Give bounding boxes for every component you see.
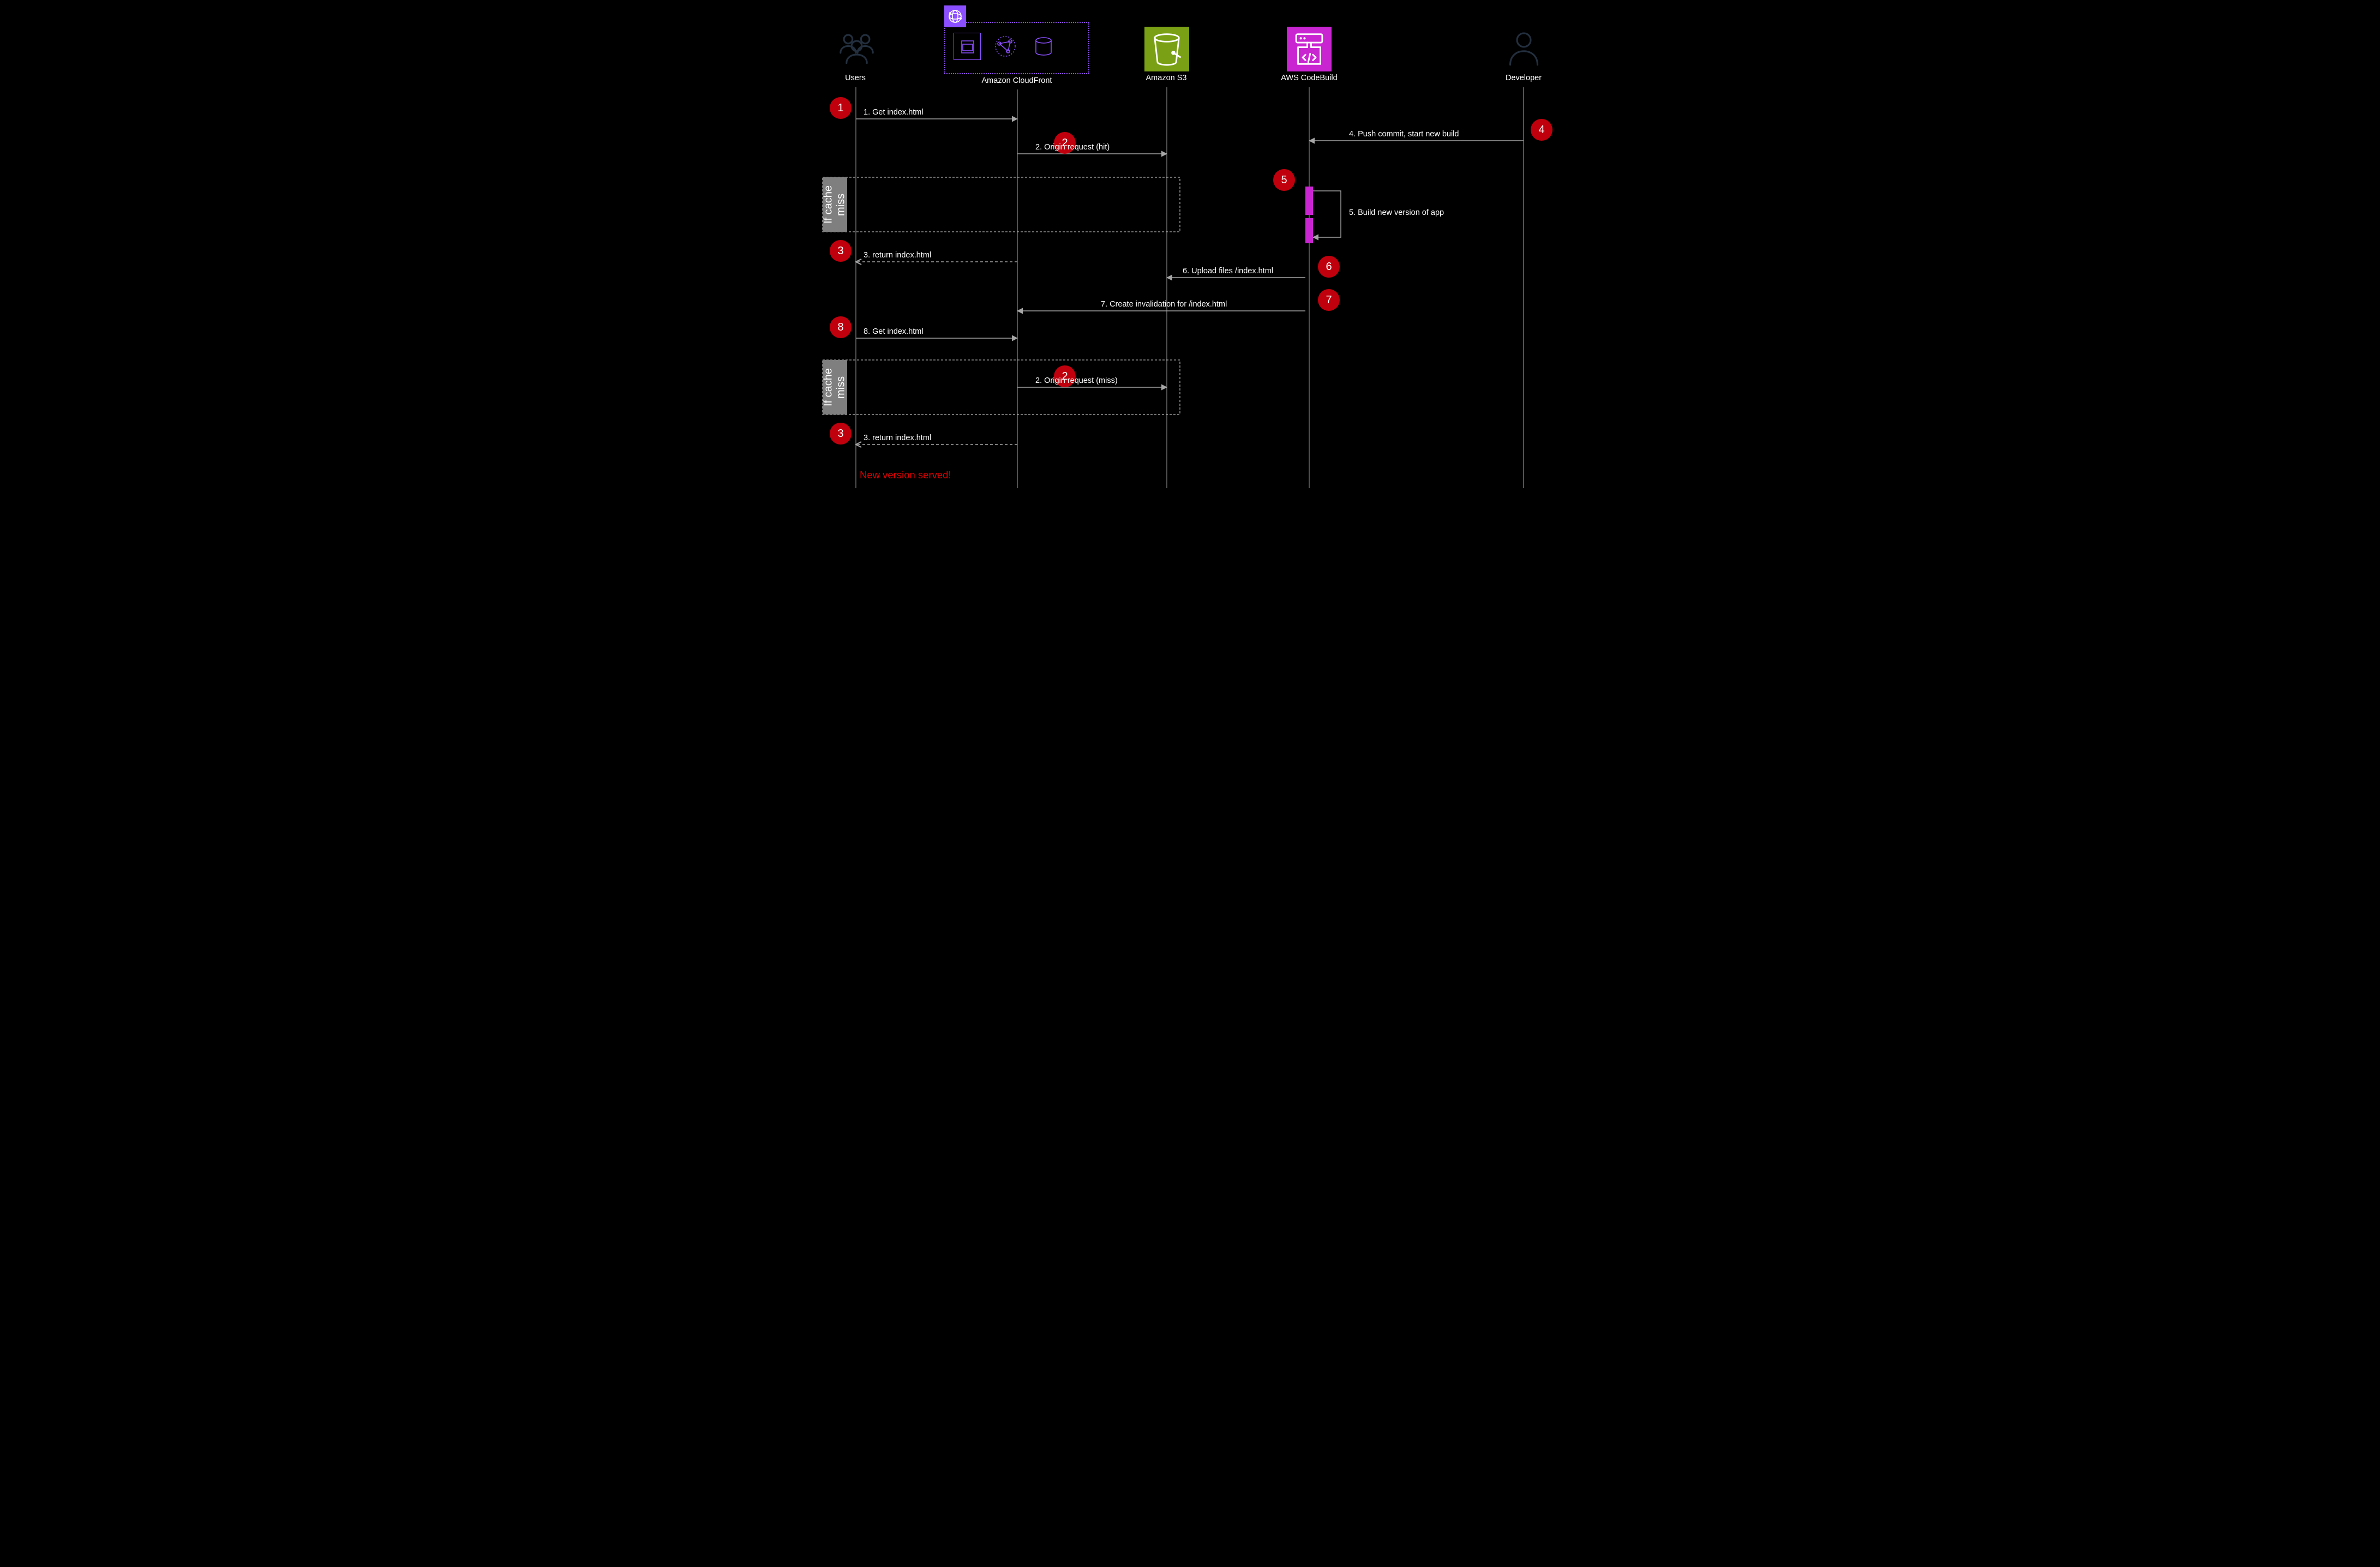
msg-2b: 2. Origin request (miss) bbox=[1035, 376, 1118, 385]
step-badge-1: 1 bbox=[830, 97, 852, 119]
msg-5: 5. Build new version of app bbox=[1349, 208, 1444, 217]
diagram-lines bbox=[817, 0, 1563, 491]
msg-1: 1. Get index.html bbox=[864, 108, 924, 117]
msg-6: 6. Upload files /index.html bbox=[1183, 267, 1273, 275]
new-version-note: New version served! bbox=[860, 469, 951, 481]
cache-miss-label-2: If cache miss bbox=[823, 360, 847, 415]
step-badge-4: 4 bbox=[1531, 119, 1552, 141]
step-badge-3b: 3 bbox=[830, 423, 852, 445]
msg-7: 7. Create invalidation for /index.html bbox=[1101, 300, 1227, 309]
cache-miss-label-1: If cache miss bbox=[823, 177, 847, 232]
step-badge-7: 7 bbox=[1318, 289, 1340, 311]
msg-2: 2. Origin request (hit) bbox=[1035, 143, 1110, 152]
step-badge-6: 6 bbox=[1318, 256, 1340, 278]
step-badge-3: 3 bbox=[830, 240, 852, 262]
step-badge-8: 8 bbox=[830, 316, 852, 338]
msg-4: 4. Push commit, start new build bbox=[1349, 130, 1459, 139]
msg-3: 3. return index.html bbox=[864, 251, 931, 260]
msg-3b: 3. return index.html bbox=[864, 434, 931, 442]
msg-8: 8. Get index.html bbox=[864, 327, 924, 336]
step-badge-5: 5 bbox=[1273, 169, 1295, 191]
sequence-diagram: Users Amazon CloudFront Amazon S3 AWS Co… bbox=[817, 0, 1563, 491]
